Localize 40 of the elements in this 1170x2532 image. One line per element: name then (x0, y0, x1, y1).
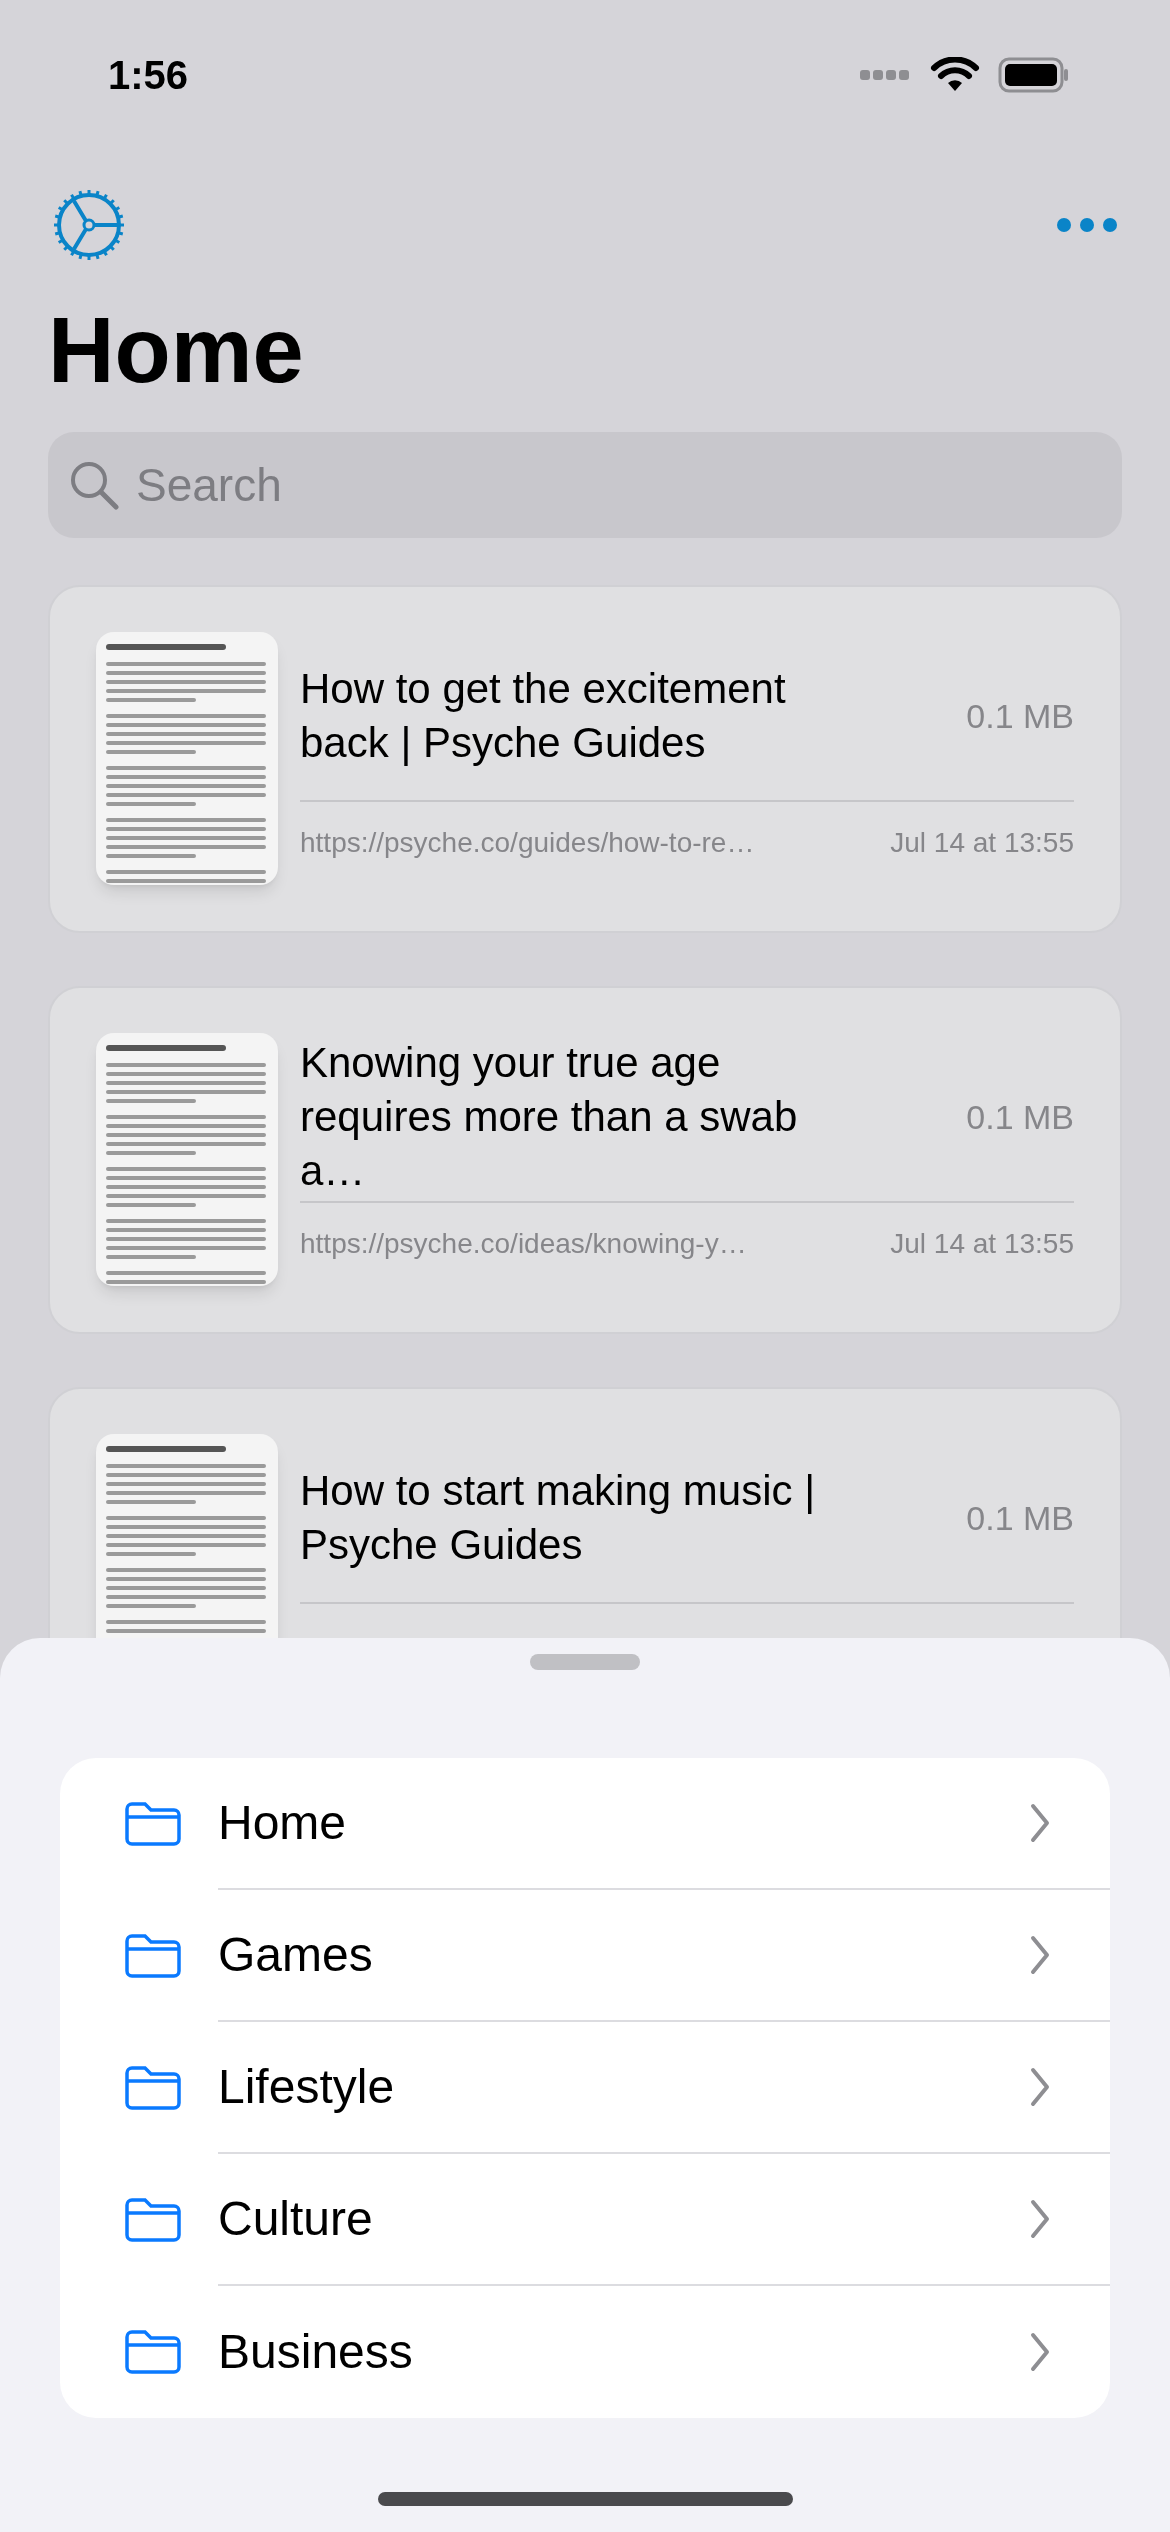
folder-icon (124, 1801, 182, 1847)
file-size: 0.1 MB (966, 1497, 1074, 1539)
document-card[interactable]: Knowing your true age requires more than a swab a… 0.1 MB https://psyche.co/ideas/knowing-y… Jul 14 at 13:55 (48, 986, 1122, 1334)
settings-icon[interactable] (52, 188, 126, 262)
folder-row[interactable]: Home (60, 1758, 1110, 1890)
folder-row[interactable]: Culture (60, 2154, 1110, 2286)
folder-name: Culture (218, 2191, 374, 2247)
folder-icon (124, 2197, 182, 2243)
folder-row[interactable]: Games (60, 1890, 1110, 2022)
folder-row[interactable]: Business (60, 2286, 1110, 2418)
folder-row[interactable]: Lifestyle (60, 2022, 1110, 2154)
signal-icon (860, 68, 912, 82)
search-field[interactable]: Search (48, 432, 1122, 538)
sheet-handle[interactable] (530, 1654, 640, 1670)
folder-name: Games (218, 1927, 374, 1983)
chevron-icon (1030, 1803, 1050, 1843)
folder-icon (124, 1933, 182, 1979)
wifi-icon (930, 57, 980, 93)
file-size: 0.1 MB (966, 695, 1074, 737)
chevron-icon (1030, 2332, 1050, 2372)
battery-icon (998, 57, 1070, 93)
folder-name: Business (218, 2324, 414, 2380)
document-date: Jul 14 at 13:55 (890, 826, 1074, 860)
file-size: 0.1 MB (966, 1096, 1074, 1138)
document-date: Jul 14 at 13:55 (890, 1227, 1074, 1261)
more-icon[interactable] (1056, 217, 1118, 233)
document-title: How to get the excitement back | Psyche Guides (300, 664, 787, 768)
folder-icon (124, 2329, 182, 2375)
folder-name: Lifestyle (218, 2059, 396, 2115)
search-icon (68, 459, 120, 511)
document-card[interactable]: How to get the excitement back | Psyche Guides 0.1 MB https://psyche.co/guides/how-to-re… Jul 14 at 13:55 (48, 585, 1122, 933)
page-title: Home (47, 298, 305, 403)
chevron-icon (1030, 2067, 1050, 2107)
chevron-icon (1030, 1935, 1050, 1975)
status-time: 1:56 (107, 52, 189, 99)
folder-name: Home (218, 1795, 348, 1851)
document-title: How to start making music | Psyche Guides (300, 1466, 817, 1570)
document-title: Knowing your true age requires more than a swab a… (300, 1038, 799, 1196)
folder-icon (124, 2065, 182, 2111)
chevron-icon (1030, 2199, 1050, 2239)
